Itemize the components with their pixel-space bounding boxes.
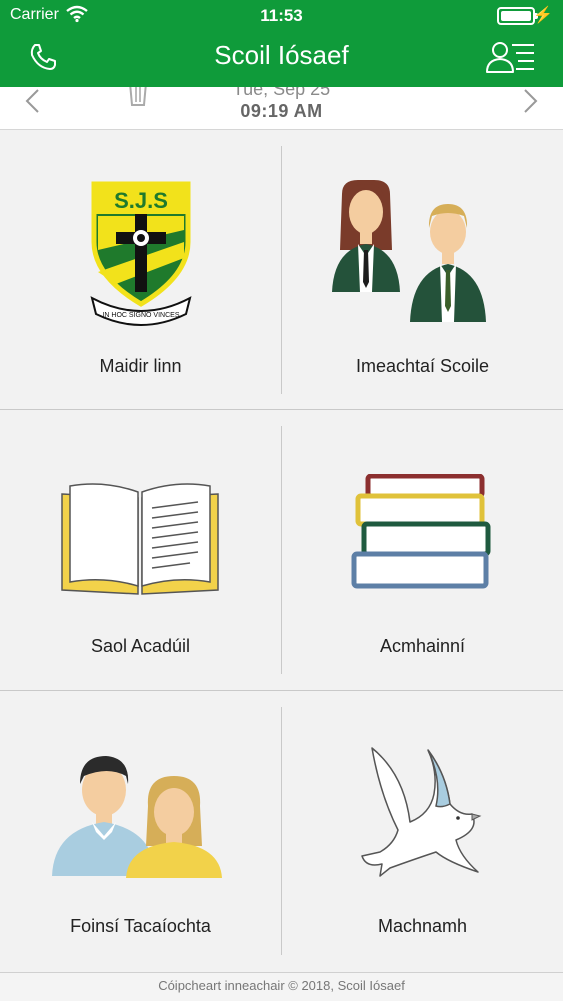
- menu-grid: S.J.S IN HOC SIGNO VINCES Maidir linn Im…: [0, 130, 563, 972]
- charging-icon: ⚡: [533, 7, 553, 24]
- contacts-menu-icon[interactable]: [484, 40, 536, 74]
- date-bar: Tue, Sep 25 09:19 AM: [0, 87, 563, 130]
- tile-label: Acmhainní: [379, 636, 466, 656]
- book-stack-icon: [351, 474, 491, 589]
- app-header: Carrier 11:53 ⚡ Scoil Iósaef: [0, 0, 563, 87]
- open-book-icon: [61, 483, 219, 595]
- clock: 11:53: [260, 6, 303, 25]
- tile-reflection[interactable]: Machnamh: [282, 690, 563, 970]
- tile-label: Machnamh: [377, 916, 468, 936]
- crest-motto: IN HOC SIGNO VINCES: [102, 312, 179, 319]
- footer: Cóipcheart inneachair © 2018, Scoil Iósa…: [0, 972, 563, 1001]
- copyright-text: Cóipcheart inneachair © 2018, Scoil Iósa…: [158, 978, 405, 993]
- tile-support-resources[interactable]: Foinsí Tacaíochta: [0, 690, 281, 970]
- tile-label: Foinsí Tacaíochta: [70, 916, 211, 936]
- time-label: 09:19 AM: [240, 101, 323, 121]
- status-bar: Carrier 11:53 ⚡: [0, 0, 563, 30]
- crest-text: S.J.S: [114, 188, 168, 213]
- tile-label: Maidir linn: [99, 356, 182, 376]
- page-title: Scoil Iósaef: [214, 40, 349, 70]
- tile-about-us[interactable]: S.J.S IN HOC SIGNO VINCES Maidir linn: [0, 130, 281, 410]
- school-crest-icon: S.J.S IN HOC SIGNO VINCES: [90, 181, 192, 326]
- chevron-right-icon[interactable]: [517, 89, 541, 113]
- date-label: Tue, Sep 25: [232, 87, 331, 99]
- tile-resources[interactable]: Acmhainní: [282, 410, 563, 690]
- tile-label: Imeachtaí Scoile: [355, 356, 490, 376]
- students-icon: [332, 180, 486, 322]
- tile-label: Saol Acadúil: [90, 636, 191, 656]
- parents-icon: [52, 756, 222, 878]
- battery-icon: [497, 7, 538, 25]
- dove-icon: [361, 747, 482, 877]
- tile-school-events[interactable]: Imeachtaí Scoile: [282, 130, 563, 410]
- tile-academic-life[interactable]: Saol Acadúil: [0, 410, 281, 690]
